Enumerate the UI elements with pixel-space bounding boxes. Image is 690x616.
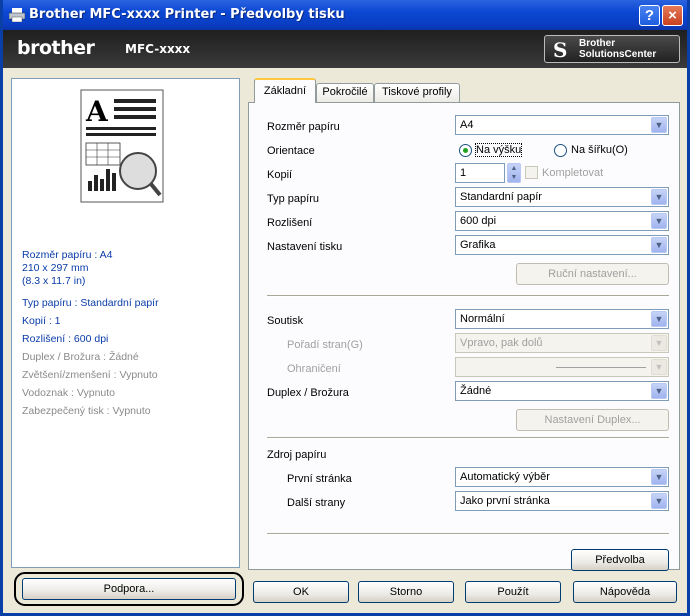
model-name: MFC-xxxx (125, 42, 191, 56)
multiple-page-value: Normální (460, 313, 505, 325)
duplex-settings-button[interactable]: Nastavení Duplex... (516, 409, 669, 431)
summary-copies: Kopií : 1 (22, 315, 61, 327)
copies-label: Kopií (267, 169, 293, 181)
title-bar[interactable]: Brother MFC-xxxx Printer - Předvolby tis… (3, 0, 687, 30)
chevron-down-icon[interactable]: ▼ (651, 117, 667, 133)
media-type-label: Typ papíru (267, 193, 319, 205)
page-order-label: Pořadí stran(G) (287, 339, 363, 351)
separator (267, 437, 669, 439)
resolution-value: 600 dpi (460, 215, 497, 227)
first-page-select[interactable]: Automatický výběr ▼ (455, 467, 669, 487)
duplex-select[interactable]: Žádné ▼ (455, 381, 669, 401)
ok-button[interactable]: OK (253, 581, 349, 603)
brother-s-icon: S (553, 38, 568, 62)
collate-checkbox[interactable] (525, 166, 538, 179)
brother-logo: brother (17, 37, 95, 59)
separator (267, 295, 669, 297)
media-type-select[interactable]: Standardní papír ▼ (455, 187, 669, 207)
svg-text:A: A (85, 95, 109, 128)
print-settings-value: Grafika (460, 239, 496, 251)
paper-size-label: Rozměr papíru (267, 121, 340, 133)
paper-source-label: Zdroj papíru (267, 449, 327, 461)
resolution-label: Rozlišení (267, 217, 313, 229)
portrait-radio[interactable] (459, 144, 472, 157)
summary-scaling: Zvětšení/zmenšení : Vypnuto (22, 369, 158, 381)
summary-watermark: Vodoznak : Vypnuto (22, 387, 116, 399)
other-pages-value: Jako první stránka (460, 495, 550, 507)
other-pages-label: Další strany (287, 497, 346, 509)
help-button[interactable]: Nápověda (573, 581, 677, 603)
radio-dot (463, 148, 468, 153)
chevron-down-icon[interactable]: ▼ (651, 469, 667, 485)
duplex-label: Duplex / Brožura (267, 387, 349, 399)
summary-paper-mm: 210 x 297 mm (22, 262, 89, 274)
page-order-select[interactable]: Vpravo, pak dolů ▼ (455, 333, 669, 353)
window-title: Brother MFC-xxxx Printer - Předvolby tis… (29, 7, 345, 22)
orientation-label: Orientace (267, 145, 315, 157)
chevron-down-icon[interactable]: ▼ (651, 213, 667, 229)
chevron-down-icon[interactable]: ▼ (651, 493, 667, 509)
tab-strip: Základní Pokročilé Tiskové profily (248, 78, 680, 103)
border-select[interactable]: ▼ (455, 357, 669, 377)
summary-media-type: Typ papíru : Standardní papír (22, 297, 159, 309)
print-settings-select[interactable]: Grafika ▼ (455, 235, 669, 255)
separator (267, 533, 669, 535)
other-pages-select[interactable]: Jako první stránka ▼ (455, 491, 669, 511)
page-preview-image: A (80, 89, 164, 203)
settings-summary-panel: A Rozměr papíru : A4 210 x 297 mm (8.3 x… (11, 78, 240, 568)
chevron-down-icon[interactable]: ▼ (651, 359, 667, 375)
basic-tab-panel: Rozměr papíru A4 ▼ Orientace Na výšku Na… (248, 102, 680, 571)
close-icon[interactable]: × (662, 5, 683, 26)
brand-bar: brother MFC-xxxx S Brother SolutionsCent… (3, 30, 687, 68)
landscape-radio[interactable] (554, 144, 567, 157)
summary-paper-size: Rozměr papíru : A4 (22, 249, 113, 261)
support-button[interactable]: Podpora... (22, 578, 236, 600)
tab-profiles[interactable]: Tiskové profily (374, 83, 460, 102)
printer-icon (9, 8, 25, 22)
default-button[interactable]: Předvolba (571, 549, 669, 571)
chevron-down-icon[interactable]: ▼ (651, 189, 667, 205)
spin-arrows-icon[interactable]: ▲ ▼ (507, 163, 521, 183)
collate-label: Kompletovat (542, 167, 604, 179)
media-type-value: Standardní papír (460, 191, 542, 203)
resolution-select[interactable]: 600 dpi ▼ (455, 211, 669, 231)
copies-input[interactable]: 1 (455, 163, 505, 183)
summary-paper-in: (8.3 x 11.7 in) (22, 275, 86, 287)
first-page-value: Automatický výběr (460, 471, 550, 483)
help-icon[interactable]: ? (639, 5, 660, 26)
chevron-down-icon[interactable]: ▼ (651, 237, 667, 253)
summary-duplex: Duplex / Brožura : Žádné (22, 351, 139, 363)
paper-size-value: A4 (460, 119, 474, 131)
print-settings-label: Nastavení tisku (267, 241, 343, 253)
chevron-down-icon[interactable]: ▼ (651, 335, 667, 351)
portrait-label[interactable]: Na výšku (474, 143, 523, 157)
chevron-down-icon[interactable]: ▼ (651, 311, 667, 327)
paper-size-select[interactable]: A4 ▼ (455, 115, 669, 135)
print-preferences-window: Brother MFC-xxxx Printer - Předvolby tis… (0, 0, 690, 616)
page-order-value: Vpravo, pak dolů (460, 337, 543, 349)
apply-button[interactable]: Použít (465, 581, 561, 603)
solutions-line1: Brother (579, 38, 616, 49)
chevron-down-icon[interactable]: ▼ (651, 383, 667, 399)
copies-value: 1 (460, 167, 467, 179)
solutions-line2: SolutionsCenter (579, 49, 657, 60)
multiple-page-select[interactable]: Normální ▼ (455, 309, 669, 329)
border-line-sample (556, 367, 646, 368)
tab-basic[interactable]: Základní (254, 78, 316, 103)
summary-secure-print: Zabezpečený tisk : Vypnuto (22, 405, 151, 417)
border-label: Ohraničení (287, 363, 341, 375)
cancel-button[interactable]: Storno (358, 581, 454, 603)
landscape-label[interactable]: Na šířku(O) (571, 144, 628, 156)
summary-resolution: Rozlišení : 600 dpi (22, 333, 109, 345)
duplex-value: Žádné (460, 385, 492, 397)
multiple-page-label: Soutisk (267, 315, 304, 327)
solutions-center-button[interactable]: S Brother SolutionsCenter (544, 35, 680, 63)
tab-advanced[interactable]: Pokročilé (316, 83, 374, 102)
first-page-label: První stránka (287, 473, 352, 485)
manual-settings-button[interactable]: Ruční nastavení... (516, 263, 669, 285)
